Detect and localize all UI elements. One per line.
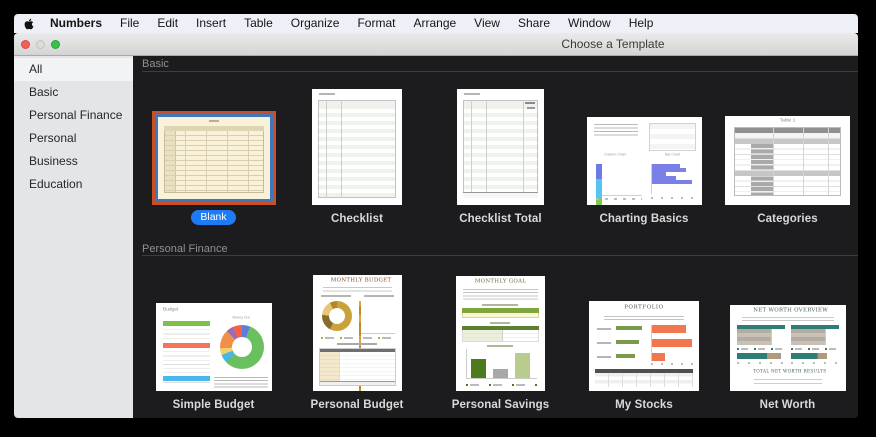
template-name: Personal Savings: [452, 399, 549, 411]
template-name: Charting Basics: [599, 213, 688, 225]
selected-template-badge: Blank: [191, 210, 235, 225]
mini-stacked-bar: [791, 353, 839, 359]
template-cell-blank: Blank: [142, 87, 285, 225]
choose-template-window: Choose a Template All Basic Personal Fin…: [14, 33, 858, 418]
sidebar-item-education[interactable]: Education: [14, 173, 133, 196]
mini-page-title: MONTHLY BUDGET: [330, 278, 383, 283]
menu-item-organize[interactable]: Organize: [282, 14, 349, 33]
mini-footer-title: TOTAL NET WORTH RESULTS: [753, 369, 823, 374]
template-thumbnail-personal-savings[interactable]: MONTHLY GOAL: [456, 276, 545, 391]
mini-bar: [652, 325, 686, 333]
template-cell-categories: Table 1 Categories: [716, 87, 858, 225]
sidebar-item-personal[interactable]: Personal: [14, 127, 133, 150]
window-title: Choose a Template: [561, 37, 664, 51]
template-thumbnail-charting-basics[interactable]: Column Chart Bar Chart: [587, 117, 702, 205]
close-button[interactable]: [21, 40, 30, 49]
mini-bar: [652, 339, 692, 347]
menu-item-window[interactable]: Window: [559, 14, 620, 33]
mini-page-title: NET WORTH OVERVIEW: [753, 308, 823, 313]
sidebar-item-basic[interactable]: Basic: [14, 81, 133, 104]
menu-bar: Numbers File Edit Insert Table Organize …: [14, 14, 858, 33]
window-title-bar[interactable]: Choose a Template: [14, 33, 858, 56]
template-name: Net Worth: [760, 399, 816, 411]
template-thumbnail-categories[interactable]: Table 1: [725, 116, 850, 205]
mini-bar-chart-title: Bar Chart: [659, 153, 685, 157]
menu-item-insert[interactable]: Insert: [187, 14, 235, 33]
template-cell-simple-budget: Budget Money Out Simple Budget: [142, 273, 285, 411]
menu-item-table[interactable]: Table: [235, 14, 282, 33]
mini-column-chart-title: Column Chart: [603, 153, 627, 157]
template-thumbnail-blank[interactable]: [152, 111, 276, 205]
apple-menu[interactable]: [24, 17, 35, 30]
mini-bar-chart: [651, 164, 698, 194]
mini-legend: [214, 377, 268, 389]
template-cell-personal-budget: MONTHLY BUDGET Personal Budget: [286, 273, 429, 411]
mini-donut-title: Money Out: [227, 316, 254, 320]
template-thumbnail-checklist[interactable]: [312, 89, 402, 205]
mini-bar: [652, 353, 665, 361]
mini-legend: [466, 384, 537, 387]
mini-bar-chart: [466, 349, 537, 379]
section-divider: [142, 71, 858, 72]
mini-legend: [321, 337, 394, 339]
mini-column-chart: [596, 164, 642, 196]
minimize-button: [36, 40, 45, 49]
template-cell-charting-basics: Column Chart Bar Chart Charting Basics: [573, 87, 716, 225]
template-cell-personal-savings: MONTHLY GOAL Personal Savings: [429, 273, 572, 411]
mini-page-title: MONTHLY GOAL: [474, 279, 527, 284]
menu-item-edit[interactable]: Edit: [148, 14, 187, 33]
template-thumbnail-my-stocks[interactable]: PORTFOLIO: [589, 301, 699, 391]
template-name: Checklist: [331, 213, 383, 225]
template-cell-checklist: Checklist: [286, 87, 429, 225]
menu-item-view[interactable]: View: [465, 14, 509, 33]
menu-item-help[interactable]: Help: [620, 14, 663, 33]
mini-table: [595, 373, 693, 387]
sidebar-item-business[interactable]: Business: [14, 150, 133, 173]
template-cell-net-worth: NET WORTH OVERVIEW TOTAL NET WORTH RESUL…: [716, 273, 858, 411]
template-cell-my-stocks: PORTFOLIO My Stocks: [573, 273, 716, 411]
blank-preview: [158, 117, 270, 199]
sidebar-item-personal-finance[interactable]: Personal Finance: [14, 104, 133, 127]
mini-stacked-bar: [737, 353, 785, 359]
traffic-lights: [21, 40, 60, 49]
sidebar-item-all[interactable]: All: [14, 58, 133, 81]
template-thumbnail-personal-budget[interactable]: MONTHLY BUDGET: [313, 275, 402, 391]
template-name: Simple Budget: [173, 399, 255, 411]
mini-table-title: Table 1: [750, 118, 825, 123]
menu-item-numbers[interactable]: Numbers: [41, 14, 111, 33]
mini-column-chart: [359, 301, 395, 334]
menu-item-format[interactable]: Format: [348, 14, 404, 33]
section-header-basic: Basic: [142, 58, 169, 70]
template-name: Personal Budget: [311, 399, 404, 411]
mini-budget-title: Budget: [163, 307, 178, 312]
template-thumbnail-simple-budget[interactable]: Budget Money Out: [156, 303, 272, 391]
menu-item-share[interactable]: Share: [509, 14, 559, 33]
menu-item-file[interactable]: File: [111, 14, 148, 33]
mini-page-title: PORTFOLIO: [611, 305, 677, 310]
section-header-personal-finance: Personal Finance: [142, 243, 228, 255]
zoom-button[interactable]: [51, 40, 60, 49]
apple-icon: [24, 18, 34, 30]
category-sidebar: All Basic Personal Finance Personal Busi…: [14, 56, 133, 418]
template-thumbnail-net-worth[interactable]: NET WORTH OVERVIEW TOTAL NET WORTH RESUL…: [730, 305, 846, 391]
section-divider: [142, 255, 858, 256]
template-name: My Stocks: [615, 399, 673, 411]
template-grid: Basic Blank Checklist: [133, 56, 858, 418]
template-name: Checklist Total: [459, 213, 541, 225]
menu-item-arrange[interactable]: Arrange: [404, 14, 465, 33]
template-name: Categories: [757, 213, 817, 225]
template-cell-checklist-total: Checklist Total: [429, 87, 572, 225]
template-thumbnail-checklist-total[interactable]: [457, 89, 544, 205]
